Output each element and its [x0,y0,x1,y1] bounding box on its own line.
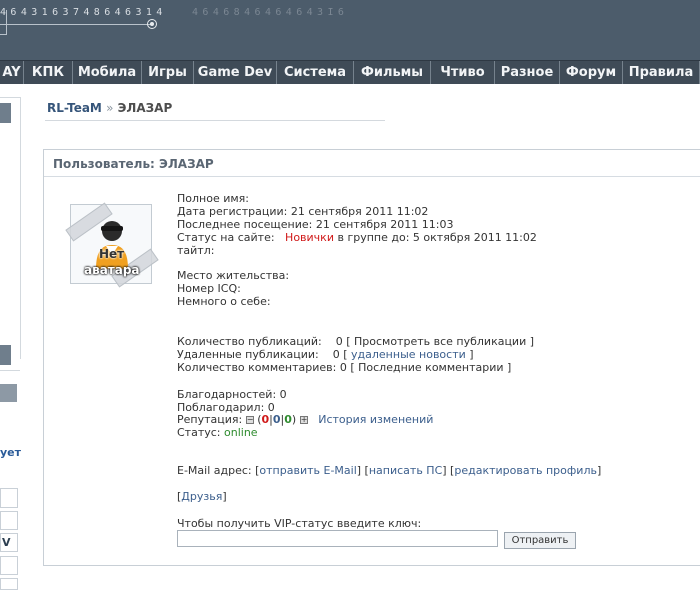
all-publications-link[interactable]: Просмотреть все публикации [354,335,526,348]
reputation-positive: 0 [284,413,292,426]
site-status-label: Статус на сайте: [177,231,275,244]
friends-row: [Друзья] [177,490,227,503]
sidebar-field[interactable] [0,556,18,575]
publications-count: 0 [335,335,343,348]
sidebar-divider [0,97,20,98]
target-circle-icon [147,19,157,29]
reputation-minus-icon[interactable]: − [245,416,254,424]
group-until: в группе до: 5 октября 2011 11:02 [337,231,537,244]
main-nav: AY КПК Мобила Игры Game Dev Система Фильмы Чтив… [0,60,700,84]
nav-item[interactable]: Правила [623,61,700,84]
thanks-count: Благодарностей: 0 [177,388,287,401]
breadcrumb: RL-TeaM » ЭЛАЗАР [47,101,172,115]
residence-field: Место жительства: [177,269,290,282]
deleted-row: Удаленные публикации: 0 [ удаленные ново… [177,348,474,361]
nav-item[interactable]: Игры [142,61,194,84]
about-field: Немного о себе: [177,295,271,308]
email-label: E-Mail адрес: [177,464,252,477]
nav-item[interactable]: Система [277,61,354,84]
reputation-neutral: 0 [272,413,281,426]
avatar: Нет аватара [65,202,159,288]
header-decor-line [0,34,7,35]
vip-key-input[interactable] [177,530,498,547]
full-name-field: Полное имя: [177,192,249,205]
send-email-link[interactable]: отправить E-Mail [259,464,356,477]
sidebar-button-label: V [2,536,11,549]
avatar-placeholder-text: Нет [99,247,125,261]
sidebar-field[interactable] [0,488,18,508]
online-status-row: Статус: online [177,426,258,439]
sidebar-block-header [0,345,11,365]
registration-date: Дата регистрации: 21 сентября 2011 11:02 [177,205,429,218]
reputation-negative: 0 [261,413,270,426]
status-label: Статус: [177,426,221,439]
nav-item[interactable]: Форум [560,61,623,84]
nav-item[interactable]: КПК [24,61,73,84]
breadcrumb-underline [45,120,385,121]
deleted-label: Удаленные публикации: [177,348,319,361]
header-digits-faint: 4646846464643I6 [192,7,349,18]
nav-item[interactable]: Фильмы [354,61,431,84]
site-status-row: Статус на сайте: Новички в группе до: 5 … [177,231,537,244]
status-online-badge: online [224,426,258,439]
sidebar-divider [0,370,20,371]
send-button[interactable]: Отправить [504,532,576,549]
publications-label: Количество публикаций: [177,335,322,348]
breadcrumb-separator: » [106,101,114,115]
breadcrumb-current: ЭЛАЗАР [117,101,173,115]
comments-label: Количество комментариев: [177,361,337,374]
deleted-count: 0 [332,348,340,361]
nav-item[interactable]: Game Dev [194,61,277,84]
last-comments-link[interactable]: Последние комментарии [358,361,503,374]
header-decor-line [6,10,7,34]
breadcrumb-home-link[interactable]: RL-TeaM [47,101,102,115]
nav-item[interactable]: Чтиво [431,61,495,84]
header-digits: 4643163748646314 [0,7,167,18]
deleted-news-link[interactable]: удаленные новости [351,348,466,361]
sidebar-field[interactable] [0,511,18,530]
site-header: 4643163748646314 4646846464643I6 [0,0,700,60]
panel-header: Пользователь: ЭЛАЗАР [44,150,700,177]
reputation-plus-icon[interactable]: + [299,416,308,424]
user-group: Новички [285,231,334,244]
sidebar-border [20,97,21,359]
avatar-placeholder-text: аватара [84,263,140,277]
comments-row: Количество комментариев: 0 [ Последние к… [177,361,512,374]
reputation-label: Репутация: [177,413,243,426]
nav-item[interactable]: Мобила [73,61,142,84]
nav-item[interactable]: Разное [495,61,560,84]
friends-link[interactable]: Друзья [181,490,222,503]
nav-item[interactable]: AY [0,61,24,84]
sidebar-partial-text: ует [0,446,22,459]
sidebar-block-header [0,103,11,123]
last-visit: Последнее посещение: 21 сентября 2011 11… [177,218,454,231]
user-title-field: тайтл: [177,244,215,257]
reputation-history-link[interactable]: История изменений [318,413,433,426]
panel-title: Пользователь: ЭЛАЗАР [53,157,214,171]
reputation-row: Репутация: − (0|0|0) + История изменений [177,413,434,426]
send-pm-link[interactable]: написать ПС [369,464,442,477]
comments-count: 0 [339,361,347,374]
vip-label: Чтобы получить VIP-статус введите ключ: [177,517,422,530]
user-silhouette-icon [96,221,128,269]
sidebar-button[interactable]: V [0,533,18,552]
sidebar-field[interactable] [0,578,18,590]
header-decor-line [0,24,152,25]
sidebar-block-header [0,384,17,402]
icq-field: Номер ICQ: [177,282,241,295]
publications-row: Количество публикаций: 0 [ Просмотреть в… [177,335,535,348]
email-row: E-Mail адрес: [отправить E-Mail] [написа… [177,464,602,477]
edit-profile-link[interactable]: редактировать профиль [454,464,597,477]
